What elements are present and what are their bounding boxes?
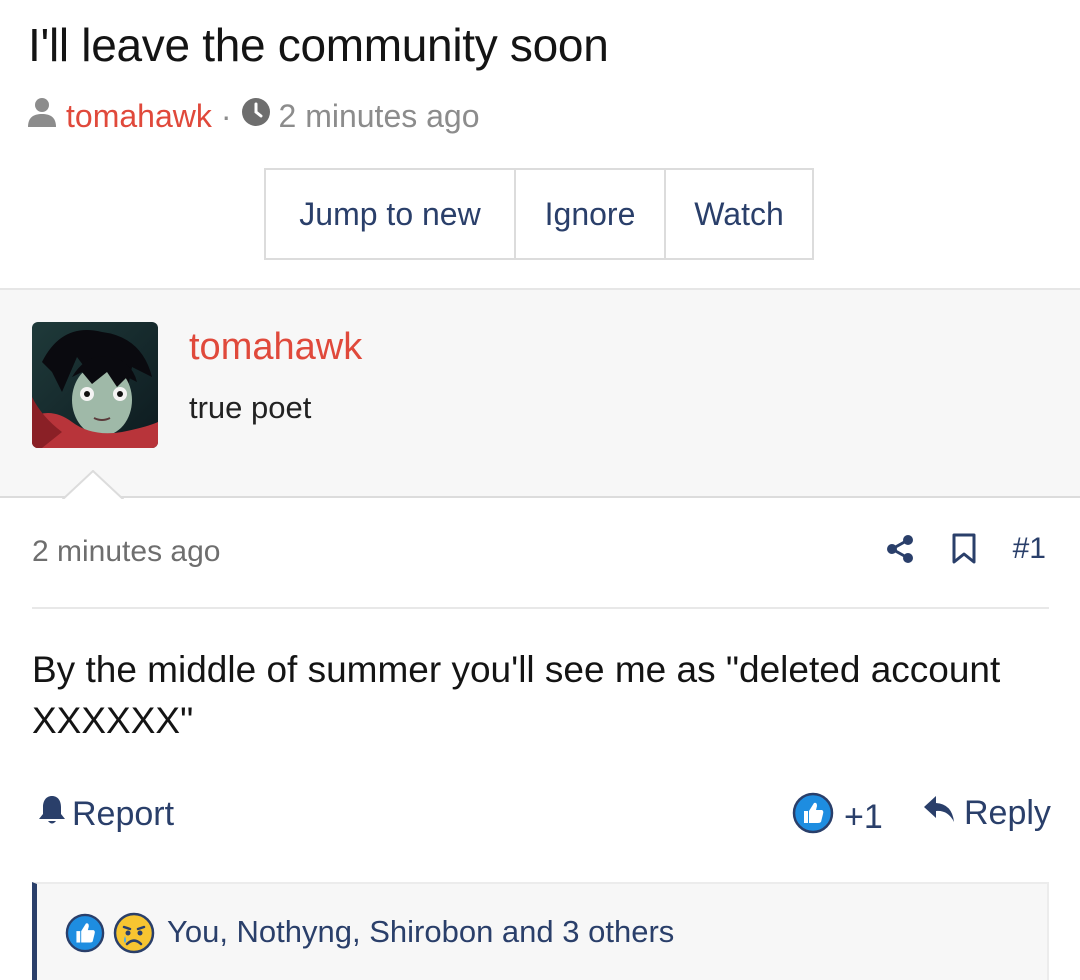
post-number[interactable]: #1: [1013, 532, 1046, 566]
thread-author-link[interactable]: tomahawk: [66, 98, 212, 135]
vote-count: +1: [844, 798, 883, 836]
thread-time: 2 minutes ago: [278, 97, 480, 134]
clock-icon: [241, 97, 271, 135]
post-author-name[interactable]: tomahawk: [189, 326, 362, 369]
thread-actions: Jump to new Ignore Watch: [264, 168, 814, 260]
thread-meta: tomahawk · 2 minutes ago: [26, 96, 480, 136]
avatar[interactable]: [32, 322, 158, 448]
post-body: By the middle of summer you'll see me as…: [32, 649, 1001, 741]
thumbs-up-icon: [792, 792, 834, 843]
user-icon: [26, 96, 58, 136]
thumbs-up-icon: [65, 913, 105, 958]
bell-icon: [38, 794, 66, 835]
reply-icon: [922, 794, 956, 833]
reactions-bar[interactable]: You, Nothyng, Shirobon and 3 others: [32, 882, 1049, 980]
reply-button[interactable]: Reply: [922, 794, 1051, 833]
reply-label: Reply: [964, 794, 1051, 832]
post-author-block: tomahawk true poet: [0, 288, 1080, 498]
share-icon[interactable]: [885, 534, 915, 564]
watch-button[interactable]: Watch: [664, 170, 812, 258]
divider: [32, 607, 1049, 609]
jump-to-new-button[interactable]: Jump to new: [266, 170, 514, 258]
meta-separator: ·: [220, 97, 232, 134]
vote-control[interactable]: +1: [792, 792, 883, 843]
report-label: Report: [72, 795, 175, 833]
post-tools: #1: [849, 532, 1046, 566]
pointer-arrow: [62, 470, 124, 502]
report-button[interactable]: Report: [38, 794, 174, 835]
post-author-title: true poet: [189, 390, 312, 425]
reaction-users[interactable]: You, Nothyng, Shirobon and 3 others: [167, 914, 674, 950]
reaction-icons: [65, 912, 155, 959]
bookmark-icon[interactable]: [951, 533, 977, 565]
sad-cry-icon: [113, 912, 155, 959]
ignore-button[interactable]: Ignore: [514, 170, 664, 258]
post-time[interactable]: 2 minutes ago: [32, 535, 220, 569]
thread-title: I'll leave the community soon: [28, 19, 609, 71]
